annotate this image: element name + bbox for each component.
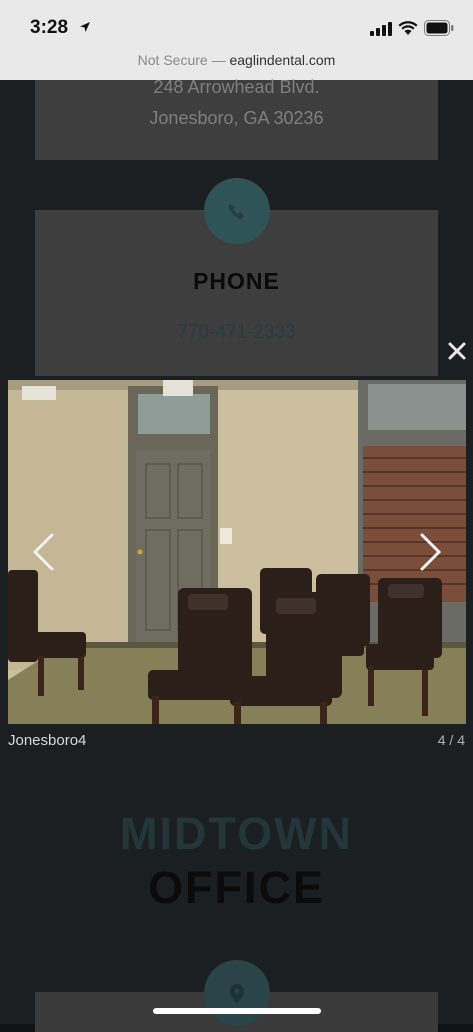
- url-bar[interactable]: Not Secure — eaglindental.com: [0, 44, 473, 80]
- security-label: Not Secure: [137, 52, 208, 68]
- status-bar: 3:28: [0, 0, 473, 44]
- address-line-2: Jonesboro, GA 30236: [149, 108, 324, 128]
- close-icon[interactable]: [446, 340, 468, 362]
- phone-icon: [228, 204, 244, 219]
- address-card: 248 Arrowhead Blvd. Jonesboro, GA 30236: [35, 77, 438, 160]
- chevron-right-icon[interactable]: [416, 532, 444, 572]
- location-arrow-icon: [80, 22, 90, 32]
- gallery-photo[interactable]: [8, 380, 466, 724]
- home-indicator[interactable]: [153, 1008, 321, 1014]
- phone-number[interactable]: 770-471-2333: [35, 322, 438, 344]
- waiting-room-photo: [8, 380, 466, 724]
- phone-icon-badge: [204, 178, 270, 244]
- url-separator: —: [207, 52, 230, 68]
- cellular-signal-icon: [370, 22, 392, 36]
- address-line-1: 248 Arrowhead Blvd.: [153, 77, 320, 97]
- url-domain: eaglindental.com: [229, 52, 336, 68]
- office-title-line-2: OFFICE: [148, 862, 325, 913]
- phone-heading: PHONE: [193, 268, 280, 294]
- status-time: 3:28: [30, 17, 69, 38]
- chevron-left-icon[interactable]: [30, 532, 58, 572]
- photo-caption: Jonesboro4: [8, 732, 87, 749]
- wifi-icon: [398, 21, 418, 35]
- photo-counter: 4 / 4: [437, 732, 465, 748]
- battery-icon: [424, 20, 454, 36]
- map-pin-icon: [230, 984, 244, 1003]
- office-title-line-1: MIDTOWN: [119, 808, 354, 859]
- location-icon-badge: [204, 960, 270, 1026]
